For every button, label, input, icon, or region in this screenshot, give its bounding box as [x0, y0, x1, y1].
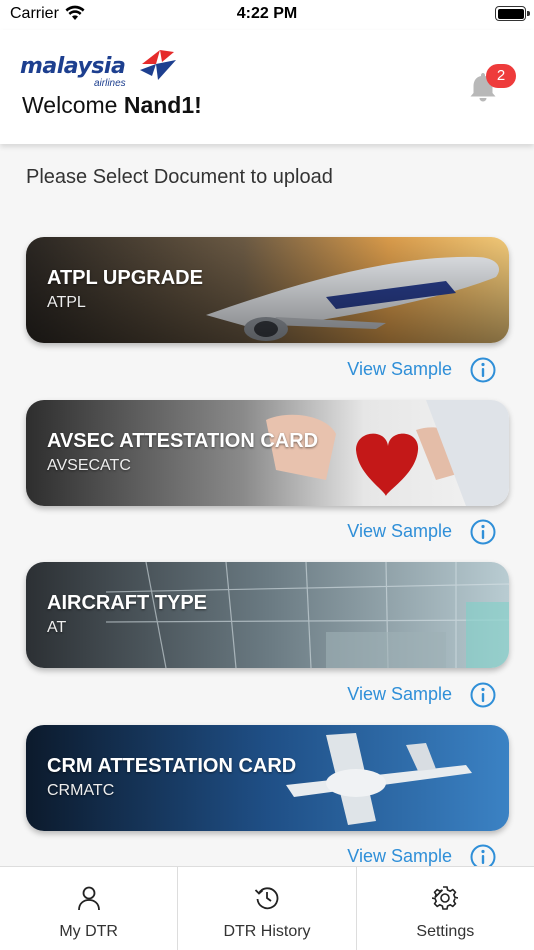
bottom-tab-bar: My DTR DTR History Settings [0, 866, 534, 950]
small-plane-sky-image [26, 725, 509, 831]
malaysia-airlines-logo: malaysia airlines [20, 48, 180, 92]
document-code: AT [47, 619, 67, 636]
document-title: ATPL UPGRADE [47, 267, 203, 289]
document-card-crm[interactable]: CRM ATTESTATION CARD CRMATC [26, 725, 509, 831]
document-list: Please Select Document to upload ATPL UP… [0, 144, 534, 866]
clock: 4:22 PM [236, 5, 298, 22]
document-card-avsec[interactable]: AVSEC ATTESTATION CARD AVSECATC [26, 400, 509, 506]
logo-subtext: airlines [94, 78, 126, 89]
document-code: ATPL [47, 294, 86, 311]
info-icon[interactable] [470, 844, 496, 866]
heart-hands-image [26, 400, 509, 506]
document-card-atpl[interactable]: ATPL UPGRADE ATPL [26, 237, 509, 343]
view-sample-link[interactable]: View Sample [347, 846, 452, 866]
view-sample-row-crm: View Sample [300, 842, 496, 866]
view-sample-row-atpl: View Sample [300, 355, 496, 385]
document-title: AVSEC ATTESTATION CARD [47, 430, 319, 452]
view-sample-row-aircraft-type: View Sample [300, 680, 496, 710]
document-code: AVSECATC [47, 457, 131, 474]
welcome-message: Welcome Nand1! [22, 92, 202, 119]
view-sample-row-avsec: View Sample [300, 517, 496, 547]
tab-label: DTR History [223, 923, 311, 940]
tab-label: My DTR [59, 923, 118, 940]
tab-label: Settings [416, 923, 475, 940]
view-sample-link[interactable]: View Sample [347, 521, 452, 542]
status-bar: Carrier 4:22 PM [0, 0, 534, 30]
document-title: AIRCRAFT TYPE [47, 592, 207, 614]
kite-logo-icon [140, 50, 176, 80]
tab-settings[interactable]: Settings [357, 867, 534, 950]
person-icon [77, 886, 100, 911]
history-icon [254, 887, 279, 910]
info-icon[interactable] [470, 682, 496, 708]
view-sample-link[interactable]: View Sample [347, 359, 452, 380]
hangar-image [26, 562, 509, 668]
info-icon[interactable] [470, 357, 496, 383]
view-sample-link[interactable]: View Sample [347, 684, 452, 705]
battery-icon [495, 6, 530, 21]
document-title: CRM ATTESTATION CARD [47, 755, 297, 777]
tab-my-dtr[interactable]: My DTR [0, 867, 179, 950]
logo-text: malaysia [20, 54, 126, 79]
welcome-prefix: Welcome [22, 92, 124, 118]
user-name: Nand1! [123, 92, 202, 118]
info-icon[interactable] [470, 519, 496, 545]
gear-icon [432, 886, 459, 910]
airplane-sunset-image [26, 237, 509, 343]
document-code: CRMATC [47, 782, 115, 799]
app-header: malaysia airlines Welcome Nand1! 2 [0, 30, 534, 144]
tab-dtr-history[interactable]: DTR History [178, 867, 357, 950]
document-card-aircraft-type[interactable]: AIRCRAFT TYPE AT [26, 562, 509, 668]
page-instruction: Please Select Document to upload [26, 166, 333, 188]
notification-badge[interactable]: 2 [486, 64, 516, 88]
